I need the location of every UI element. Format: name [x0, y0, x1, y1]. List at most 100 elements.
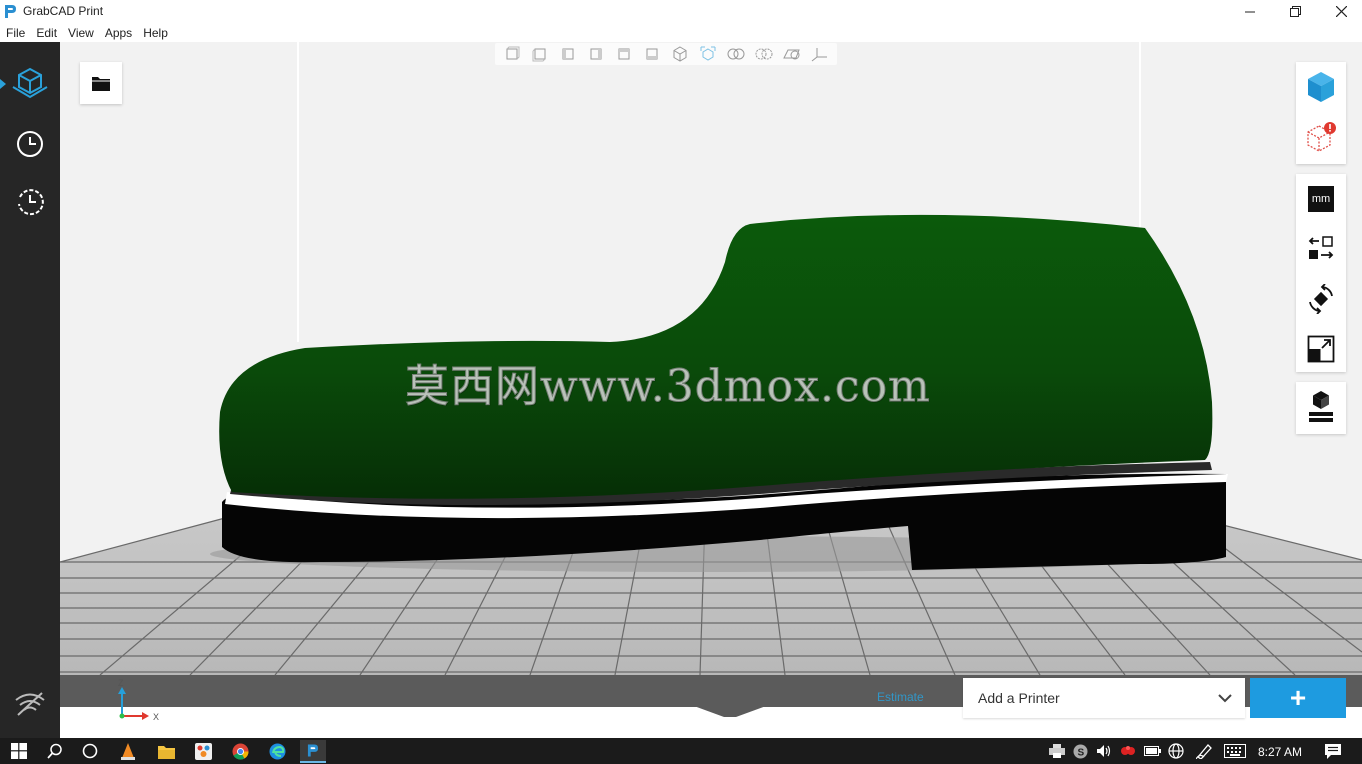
action-center-button[interactable]	[1320, 741, 1346, 761]
zoom-button[interactable]	[723, 44, 749, 64]
collapse-tab-icon[interactable]	[694, 706, 766, 718]
sidebar-item-connection[interactable]	[10, 684, 50, 724]
tray-app[interactable]	[1115, 741, 1141, 761]
model-issues-button[interactable]	[1296, 112, 1346, 162]
sidebar-item-model[interactable]	[10, 64, 50, 104]
tray-network[interactable]	[1163, 741, 1189, 761]
arrange-button[interactable]	[1296, 224, 1346, 274]
edge-icon	[269, 743, 285, 759]
iso-view-icon	[673, 46, 687, 62]
model-error-icon	[1307, 122, 1336, 152]
tray-app-icon	[1121, 746, 1135, 755]
start-button[interactable]	[6, 741, 32, 761]
left-view-button[interactable]	[555, 44, 581, 64]
print-settings-icon	[1309, 391, 1333, 422]
taskbar-app-chrome[interactable]	[227, 741, 253, 761]
taskbar-app-grabcad[interactable]	[300, 740, 326, 763]
taskbar-app-vlc[interactable]	[115, 741, 141, 761]
wifi-off-icon	[15, 692, 45, 716]
menu-view[interactable]: View	[68, 26, 94, 40]
window-title: GrabCAD Print	[23, 4, 104, 18]
title-bar: GrabCAD Print	[0, 0, 1362, 23]
menu-apps[interactable]: Apps	[105, 26, 132, 40]
model-list-button[interactable]	[1296, 62, 1346, 112]
zoom-area-button[interactable]	[751, 44, 777, 64]
model-cube-icon	[1308, 72, 1334, 102]
back-view-icon	[532, 48, 546, 62]
zoom-icon	[727, 48, 745, 60]
units-button[interactable]: mm	[1296, 174, 1346, 224]
iso-view-button[interactable]	[667, 44, 693, 64]
axis-button[interactable]	[807, 44, 833, 64]
menu-edit[interactable]: Edit	[36, 26, 57, 40]
restore-icon	[1289, 6, 1301, 17]
menu-bar: File Edit View Apps Help	[0, 23, 1362, 42]
open-file-button[interactable]	[80, 62, 122, 104]
pen-icon	[1195, 744, 1212, 759]
clock-icon	[17, 131, 43, 157]
printer-select[interactable]: Add a Printer	[963, 678, 1245, 718]
zoom-fit-icon	[783, 49, 800, 60]
active-indicator-icon	[0, 79, 6, 89]
minimize-icon	[1245, 11, 1255, 12]
close-button[interactable]	[1318, 0, 1362, 23]
bottom-view-icon	[646, 48, 658, 60]
estimate-label[interactable]: Estimate	[877, 690, 924, 704]
tray-battery[interactable]	[1139, 741, 1165, 761]
scale-button[interactable]	[1296, 324, 1346, 374]
zoom-fit-button[interactable]	[779, 44, 805, 64]
rotate-button[interactable]	[1296, 274, 1346, 324]
bottom-view-button[interactable]	[639, 44, 665, 64]
tray-keyboard[interactable]	[1222, 741, 1248, 761]
fit-view-button[interactable]	[695, 44, 721, 64]
menu-help[interactable]: Help	[143, 26, 168, 40]
taskbar-app-paint[interactable]	[190, 741, 216, 761]
arrange-icon	[1308, 236, 1334, 259]
folder-icon	[92, 77, 110, 91]
units-label: mm	[1308, 186, 1334, 212]
windows-taskbar: S	[0, 738, 1362, 764]
axis-indicator: Z X	[118, 678, 159, 722]
taskbar-app-explorer[interactable]	[153, 741, 179, 761]
tray-volume[interactable]	[1091, 741, 1117, 761]
axis-icon	[811, 48, 827, 62]
restore-button[interactable]	[1272, 0, 1318, 23]
front-view-icon	[506, 46, 520, 60]
tray-pen[interactable]	[1191, 741, 1217, 761]
vlc-icon	[121, 742, 135, 760]
printer-select-value: Add a Printer	[978, 690, 1060, 706]
top-view-icon	[618, 48, 630, 60]
task-view-button[interactable]	[77, 741, 103, 761]
axis-z-label: Z	[118, 678, 124, 688]
scale-icon	[1307, 335, 1335, 363]
minimize-button[interactable]	[1227, 0, 1273, 23]
skype-icon: S	[1073, 744, 1087, 758]
right-view-button[interactable]	[583, 44, 609, 64]
printer-icon	[1049, 744, 1065, 758]
windows-logo-icon	[11, 743, 27, 759]
menu-file[interactable]: File	[6, 26, 25, 40]
back-view-button[interactable]	[527, 44, 553, 64]
model-view-icon	[12, 67, 48, 99]
taskbar-search-button[interactable]	[42, 741, 68, 761]
sidebar-item-history[interactable]	[10, 182, 50, 222]
taskbar-clock[interactable]: 8:27 AM	[1258, 745, 1302, 759]
sidebar-item-schedule[interactable]	[10, 124, 50, 164]
history-icon	[18, 189, 44, 216]
folder-icon	[157, 745, 175, 759]
volume-icon	[1096, 745, 1110, 757]
globe-icon	[1168, 743, 1184, 759]
top-view-button[interactable]	[611, 44, 637, 64]
taskbar-app-edge[interactable]	[264, 741, 290, 761]
front-view-button[interactable]	[499, 44, 525, 64]
battery-icon	[1143, 746, 1161, 756]
print-settings-button[interactable]	[1296, 382, 1346, 432]
view-toolbar	[495, 43, 837, 65]
tray-skype[interactable]: S	[1067, 741, 1093, 761]
add-button-label: +	[1289, 682, 1307, 713]
model-panel	[1296, 62, 1346, 164]
svg-text:S: S	[1077, 747, 1084, 758]
add-printer-button[interactable]: +	[1250, 678, 1346, 718]
close-icon	[1335, 6, 1347, 17]
transform-panel: mm	[1296, 174, 1346, 372]
